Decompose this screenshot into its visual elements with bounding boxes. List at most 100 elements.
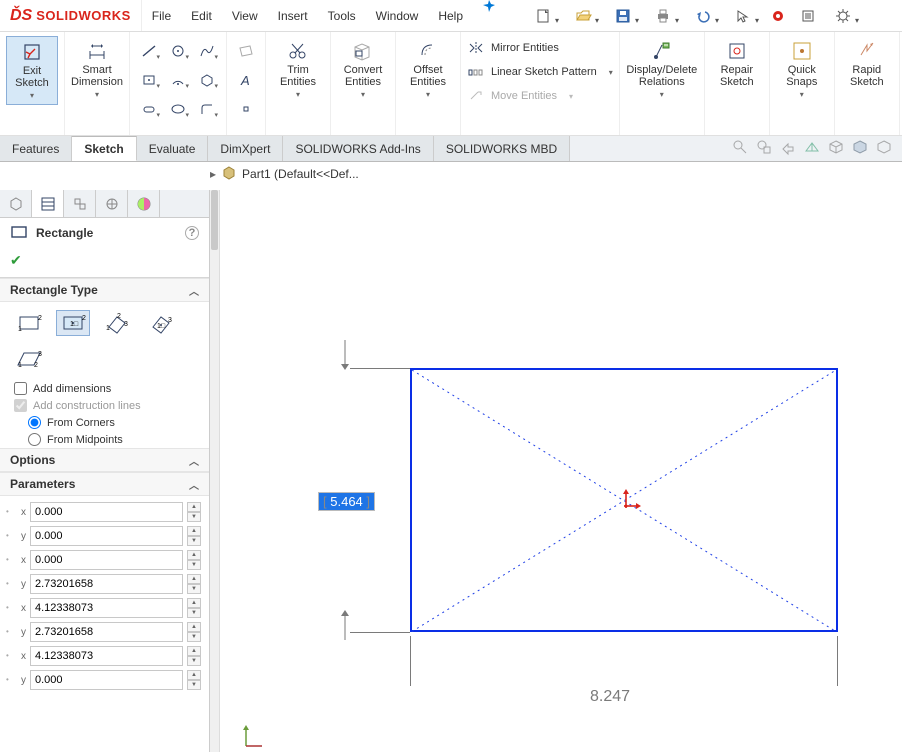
- expand-icon[interactable]: ▸: [210, 167, 216, 181]
- rectangle-type-header[interactable]: Rectangle Type ︿: [0, 278, 209, 302]
- spinner-down-icon[interactable]: ▼: [187, 536, 201, 546]
- parameter-input[interactable]: [30, 646, 183, 666]
- width-dimension-label[interactable]: 8.247: [590, 688, 630, 706]
- undo-button[interactable]: ▾: [685, 5, 721, 27]
- parameter-input[interactable]: [30, 598, 183, 618]
- polygon-tool-button[interactable]: [194, 69, 220, 91]
- quick-snaps-button[interactable]: Quick Snaps ▾: [776, 36, 828, 103]
- parameters-header[interactable]: Parameters ︿: [0, 472, 209, 496]
- ok-button[interactable]: ✔: [10, 252, 22, 268]
- display-style-icon[interactable]: [852, 139, 870, 157]
- pm-tab-dimxpert[interactable]: [96, 190, 128, 217]
- parameter-spinner[interactable]: ▲▼: [187, 550, 201, 570]
- 3pt-center-rectangle-option[interactable]: 1□3: [144, 310, 178, 336]
- center-rectangle-option[interactable]: 1□2: [56, 310, 90, 336]
- tab-features[interactable]: Features: [0, 136, 72, 161]
- parameter-input[interactable]: [30, 622, 183, 642]
- spinner-up-icon[interactable]: ▲: [187, 646, 201, 656]
- select-button[interactable]: ▾: [725, 5, 761, 27]
- offset-entities-button[interactable]: Offset Entities ▾: [402, 36, 454, 103]
- move-entities-button[interactable]: Move Entities ▾: [467, 86, 613, 106]
- spinner-down-icon[interactable]: ▼: [187, 680, 201, 690]
- circle-tool-button[interactable]: [165, 40, 191, 62]
- add-dimensions-checkbox[interactable]: [14, 382, 27, 395]
- tab-dimxpert[interactable]: DimXpert: [208, 136, 283, 161]
- breadcrumb-part[interactable]: Part1 (Default<<Def...: [242, 167, 359, 181]
- spinner-down-icon[interactable]: ▼: [187, 584, 201, 594]
- parameter-spinner[interactable]: ▲▼: [187, 574, 201, 594]
- from-corners-radio[interactable]: [28, 416, 41, 429]
- menu-help[interactable]: Help: [428, 0, 473, 31]
- pm-tab-feature-tree[interactable]: [0, 190, 32, 217]
- parameter-spinner[interactable]: ▲▼: [187, 622, 201, 642]
- parallelogram-option[interactable]: 123: [12, 346, 46, 372]
- pin-icon[interactable]: [473, 0, 505, 31]
- spinner-down-icon[interactable]: ▼: [187, 656, 201, 666]
- spinner-down-icon[interactable]: ▼: [187, 560, 201, 570]
- mirror-entities-button[interactable]: Mirror Entities: [467, 38, 613, 58]
- convert-entities-button[interactable]: Convert Entities ▾: [337, 36, 389, 103]
- parameter-spinner[interactable]: ▲▼: [187, 646, 201, 666]
- arc-tool-button[interactable]: [165, 69, 191, 91]
- text-tool-button[interactable]: A: [233, 69, 259, 91]
- spinner-up-icon[interactable]: ▲: [187, 670, 201, 680]
- print-button[interactable]: ▾: [645, 5, 681, 27]
- pm-tab-property-manager[interactable]: [32, 190, 64, 217]
- spinner-down-icon[interactable]: ▼: [187, 632, 201, 642]
- parameter-spinner[interactable]: ▲▼: [187, 670, 201, 690]
- exit-sketch-button[interactable]: Exit Sketch ▾: [6, 36, 58, 105]
- spinner-up-icon[interactable]: ▲: [187, 622, 201, 632]
- corner-rectangle-option[interactable]: 12: [12, 310, 46, 336]
- new-document-button[interactable]: ▾: [525, 5, 561, 27]
- options-header[interactable]: Options ︿: [0, 448, 209, 472]
- point-tool-button[interactable]: [233, 98, 259, 120]
- sketch-rectangle[interactable]: [410, 368, 838, 632]
- plane-tool-button[interactable]: [233, 40, 259, 62]
- spinner-down-icon[interactable]: ▼: [187, 608, 201, 618]
- spinner-up-icon[interactable]: ▲: [187, 598, 201, 608]
- parameter-spinner[interactable]: ▲▼: [187, 598, 201, 618]
- tab-evaluate[interactable]: Evaluate: [137, 136, 209, 161]
- view-orientation-icon[interactable]: [828, 139, 846, 157]
- menu-edit[interactable]: Edit: [181, 0, 222, 31]
- trim-entities-button[interactable]: Trim Entities ▾: [272, 36, 324, 103]
- rectangle-tool-button[interactable]: [136, 69, 162, 91]
- parameter-spinner[interactable]: ▲▼: [187, 502, 201, 522]
- spinner-down-icon[interactable]: ▼: [187, 512, 201, 522]
- pm-tab-configuration[interactable]: [64, 190, 96, 217]
- spinner-up-icon[interactable]: ▲: [187, 550, 201, 560]
- spinner-up-icon[interactable]: ▲: [187, 502, 201, 512]
- spinner-up-icon[interactable]: ▲: [187, 526, 201, 536]
- parameter-input[interactable]: [30, 502, 183, 522]
- zoom-area-icon[interactable]: [756, 139, 774, 157]
- parameter-spinner[interactable]: ▲▼: [187, 526, 201, 546]
- parameter-input[interactable]: [30, 574, 183, 594]
- file-properties-button[interactable]: [795, 5, 821, 27]
- parameter-input[interactable]: [30, 526, 183, 546]
- spline-tool-button[interactable]: [194, 40, 220, 62]
- options-button[interactable]: ▾: [825, 5, 861, 27]
- menu-file[interactable]: File: [142, 0, 181, 31]
- save-button[interactable]: ▾: [605, 5, 641, 27]
- rapid-sketch-button[interactable]: Rapid Sketch: [841, 36, 893, 92]
- repair-sketch-button[interactable]: Repair Sketch: [711, 36, 763, 92]
- pm-tab-display-manager[interactable]: [128, 190, 160, 217]
- tab-sketch[interactable]: Sketch: [72, 136, 136, 161]
- height-dimension-input[interactable]: [ 5.464 ]: [318, 492, 375, 511]
- spinner-up-icon[interactable]: ▲: [187, 574, 201, 584]
- parameter-input[interactable]: [30, 550, 183, 570]
- previous-view-icon[interactable]: [780, 139, 798, 157]
- menu-insert[interactable]: Insert: [268, 0, 318, 31]
- 3pt-corner-rectangle-option[interactable]: 123: [100, 310, 134, 336]
- tab-mbd[interactable]: SOLIDWORKS MBD: [434, 136, 570, 161]
- menu-tools[interactable]: Tools: [318, 0, 366, 31]
- slot-tool-button[interactable]: [136, 98, 162, 120]
- menu-window[interactable]: Window: [366, 0, 429, 31]
- open-document-button[interactable]: ▾: [565, 5, 601, 27]
- graphics-area[interactable]: [ 5.464 ] 8.247: [220, 190, 902, 752]
- tab-addins[interactable]: SOLIDWORKS Add-Ins: [283, 136, 433, 161]
- line-tool-button[interactable]: [136, 40, 162, 62]
- linear-sketch-pattern-button[interactable]: Linear Sketch Pattern ▾: [467, 62, 613, 82]
- ellipse-tool-button[interactable]: [165, 98, 191, 120]
- menu-view[interactable]: View: [222, 0, 268, 31]
